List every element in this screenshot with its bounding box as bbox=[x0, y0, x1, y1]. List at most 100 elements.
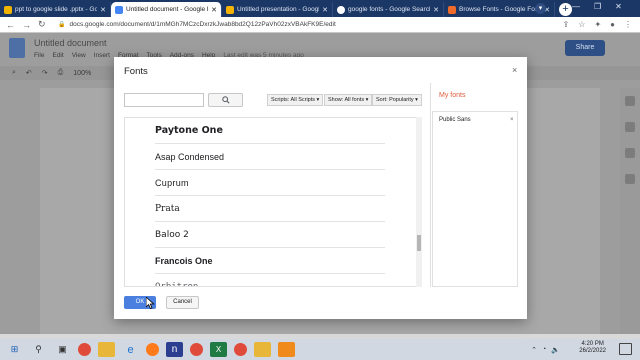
maximize-icon[interactable]: ❐ bbox=[594, 2, 601, 11]
slides-icon[interactable] bbox=[278, 342, 295, 357]
browser-tab-active[interactable]: Untitled document - Google D ✕ bbox=[111, 2, 222, 17]
address-bar[interactable]: 🔒 docs.google.com/document/d/1mMGh7MCzcD… bbox=[58, 19, 458, 31]
menu-view[interactable]: View bbox=[72, 52, 86, 59]
font-list-scroll-thumb[interactable] bbox=[417, 235, 421, 251]
file-explorer-icon[interactable] bbox=[98, 342, 115, 357]
profile-icon[interactable]: ● bbox=[610, 20, 615, 29]
font-list-item[interactable]: Paytone One bbox=[155, 118, 385, 144]
calendar-icon[interactable] bbox=[625, 96, 635, 106]
wifi-icon[interactable]: ◔ bbox=[542, 346, 546, 354]
font-list-item[interactable]: Prata bbox=[155, 196, 385, 222]
clock[interactable]: 4:20 PM 26/2/2022 bbox=[579, 341, 606, 355]
font-list-item[interactable]: Francois One bbox=[155, 248, 385, 274]
firefox-icon[interactable] bbox=[146, 343, 159, 356]
side-panel bbox=[620, 88, 640, 334]
close-window-icon[interactable]: ✕ bbox=[615, 2, 622, 11]
font-list-item[interactable]: Baloo 2 bbox=[155, 222, 385, 248]
reload-icon[interactable]: ↻ bbox=[38, 19, 46, 30]
print-icon[interactable]: ⎙ bbox=[58, 69, 64, 77]
my-font-item[interactable]: Public Sans bbox=[439, 114, 517, 126]
tab-search-icon[interactable]: ▾ bbox=[535, 3, 546, 14]
document-title[interactable]: Untitled document bbox=[34, 38, 107, 48]
notion-icon[interactable]: n bbox=[166, 342, 183, 357]
cancel-button[interactable]: Cancel bbox=[166, 296, 199, 309]
menu-kebab-icon[interactable]: ⋮ bbox=[624, 20, 632, 29]
back-icon[interactable]: ← bbox=[6, 20, 15, 30]
menu-insert[interactable]: Insert bbox=[94, 52, 110, 59]
task-view-icon[interactable]: ▣ bbox=[54, 342, 71, 357]
edge-icon[interactable]: e bbox=[122, 342, 139, 357]
slides-favicon-icon bbox=[226, 5, 234, 14]
font-list-item[interactable]: Asap Condensed bbox=[155, 144, 385, 170]
dialog-title: Fonts bbox=[124, 66, 148, 77]
chrome-icon[interactable] bbox=[78, 343, 91, 356]
minimize-icon[interactable]: — bbox=[572, 2, 580, 11]
notifications-icon[interactable] bbox=[619, 343, 632, 355]
forward-icon[interactable]: → bbox=[22, 20, 31, 30]
new-tab-button[interactable]: + bbox=[559, 3, 572, 16]
close-tab-icon[interactable]: ✕ bbox=[100, 6, 106, 14]
my-fonts-list bbox=[432, 111, 518, 287]
google-favicon-icon bbox=[337, 5, 345, 14]
menu-file[interactable]: File bbox=[34, 52, 44, 59]
url-text: docs.google.com/document/d/1mMGh7MCzcDxr… bbox=[69, 21, 336, 28]
close-dialog-icon[interactable]: × bbox=[512, 65, 517, 75]
lock-icon: 🔒 bbox=[58, 22, 66, 28]
browser-toolbar: ← → ↻ 🔒 docs.google.com/document/d/1mMGh… bbox=[0, 17, 640, 33]
windows-start-icon[interactable]: ⊞ bbox=[6, 342, 23, 357]
scripts-filter-dropdown[interactable]: Scripts: All Scripts ▾ bbox=[267, 94, 324, 106]
keep-icon[interactable] bbox=[625, 122, 635, 132]
docs-logo-icon[interactable] bbox=[9, 38, 25, 58]
font-search-button[interactable] bbox=[208, 93, 243, 107]
extensions-icon[interactable]: ✦ bbox=[594, 20, 601, 29]
zoom-select[interactable]: 100% bbox=[73, 70, 91, 77]
close-tab-icon[interactable]: ✕ bbox=[211, 6, 217, 14]
close-tab-icon[interactable]: ✕ bbox=[433, 6, 439, 14]
font-search-input[interactable] bbox=[124, 93, 204, 107]
undo-icon[interactable]: ↶ bbox=[26, 69, 32, 77]
tab-title: google fonts - Google Search bbox=[348, 6, 431, 13]
contacts-icon[interactable] bbox=[625, 174, 635, 184]
slides-favicon-icon bbox=[4, 5, 12, 14]
fonts-dialog: Fonts × Scripts: All Scripts ▾ Show: All… bbox=[114, 57, 527, 319]
google-fonts-favicon-icon bbox=[448, 5, 456, 14]
font-list[interactable]: Paytone One Asap Condensed Cuprum Prata … bbox=[124, 117, 422, 287]
redo-icon[interactable]: ↷ bbox=[42, 69, 48, 77]
bookmark-star-icon[interactable]: ☆ bbox=[578, 20, 585, 29]
font-list-item[interactable]: Cuprum bbox=[155, 170, 385, 196]
show-filter-dropdown[interactable]: Show: All fonts ▾ bbox=[324, 94, 373, 106]
clock-date: 26/2/2022 bbox=[579, 348, 606, 354]
chrome-icon[interactable] bbox=[234, 343, 247, 356]
volume-icon[interactable]: 🔈 bbox=[551, 346, 560, 354]
panel-divider bbox=[430, 83, 431, 287]
browser-tab[interactable]: ppt to google slide .pptx - Go ✕ bbox=[0, 2, 111, 17]
close-tab-icon[interactable]: ✕ bbox=[322, 6, 328, 14]
tasks-icon[interactable] bbox=[625, 148, 635, 158]
search-icon[interactable]: ⚲ bbox=[30, 342, 47, 357]
chrome-icon[interactable] bbox=[190, 343, 203, 356]
remove-font-icon[interactable]: × bbox=[510, 114, 514, 126]
excel-icon[interactable]: X bbox=[210, 342, 227, 357]
mouse-cursor-icon bbox=[146, 297, 155, 309]
sort-dropdown[interactable]: Sort: Popularity ▾ bbox=[372, 94, 422, 106]
docs-favicon-icon bbox=[115, 5, 123, 14]
my-fonts-heading: My fonts bbox=[439, 92, 466, 99]
menu-edit[interactable]: Edit bbox=[52, 52, 63, 59]
share-button[interactable]: Share bbox=[565, 40, 605, 56]
system-tray: ⌃ ◔ 🔈 bbox=[531, 346, 560, 354]
tab-title: Untitled presentation - Googl bbox=[237, 6, 320, 13]
clock-time: 4:20 PM bbox=[581, 341, 604, 347]
share-page-icon[interactable]: ⇪ bbox=[563, 20, 570, 29]
chevron-up-icon[interactable]: ⌃ bbox=[531, 346, 537, 354]
folder-icon[interactable] bbox=[254, 342, 271, 357]
browser-actions: ⇪ ☆ ✦ ● ⋮ bbox=[563, 20, 632, 29]
search-menus-icon[interactable]: ⌕ bbox=[12, 69, 16, 77]
font-list-item[interactable]: Orbitron bbox=[155, 274, 385, 287]
search-icon bbox=[221, 96, 230, 104]
browser-tab[interactable]: Untitled presentation - Googl ✕ bbox=[222, 2, 333, 17]
tab-title: ppt to google slide .pptx - Go bbox=[15, 6, 98, 13]
tab-title: Untitled document - Google D bbox=[126, 6, 209, 13]
tab-title: Browse Fonts - Google Fonts bbox=[459, 6, 542, 13]
font-list-scrollbar[interactable] bbox=[416, 117, 422, 287]
browser-tab[interactable]: google fonts - Google Search ✕ bbox=[333, 2, 444, 17]
